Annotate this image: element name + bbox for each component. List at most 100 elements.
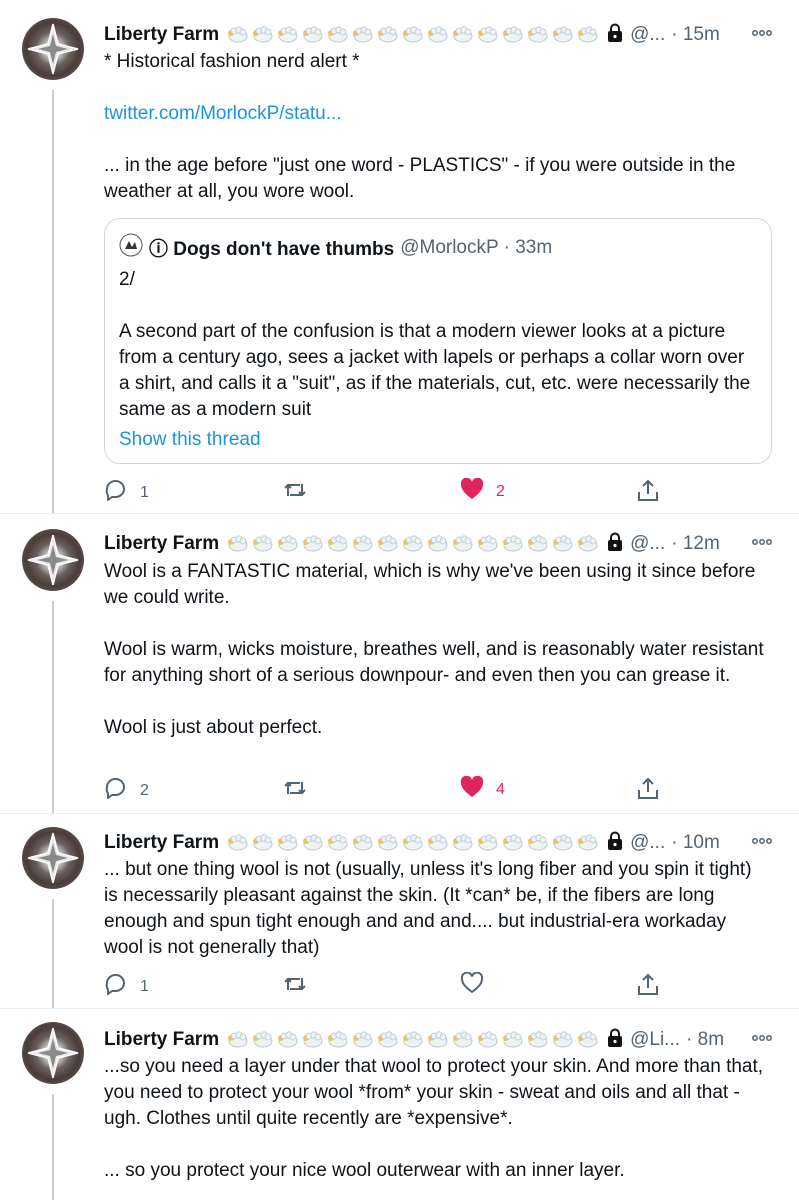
sheep-emoji-icon bbox=[452, 535, 474, 553]
heart-icon bbox=[460, 775, 484, 803]
sheep-emoji-icon bbox=[452, 1031, 474, 1049]
lock-icon bbox=[606, 1028, 624, 1053]
sheep-emoji-icon bbox=[327, 26, 349, 44]
reply-button[interactable]: 1 bbox=[104, 972, 149, 1001]
heart-icon bbox=[460, 971, 484, 999]
sheep-emoji-icon bbox=[402, 535, 424, 553]
sheep-emoji-icon bbox=[377, 834, 399, 852]
tweet-link[interactable]: twitter.com/MorlockP/statu... bbox=[104, 103, 342, 124]
handle[interactable]: @... bbox=[630, 832, 665, 854]
sheep-emoji-icon bbox=[427, 1031, 449, 1049]
timestamp[interactable]: · 15m bbox=[671, 24, 720, 46]
sheep-emoji-icon bbox=[327, 834, 349, 852]
sheep-emoji-row bbox=[227, 26, 602, 44]
sheep-emoji-row bbox=[227, 535, 602, 553]
sheep-emoji-icon bbox=[452, 26, 474, 44]
avatar-compass-icon bbox=[27, 1027, 79, 1079]
more-icon[interactable] bbox=[751, 1030, 773, 1048]
lock-icon bbox=[606, 23, 624, 48]
retweet-button[interactable] bbox=[282, 776, 308, 805]
sheep-emoji-icon bbox=[402, 1031, 424, 1049]
sheep-emoji-icon bbox=[327, 1031, 349, 1049]
share-icon bbox=[636, 776, 660, 807]
quote-header: ⓘ Dogs don't have thumbs @MorlockP · 33m bbox=[119, 233, 552, 262]
quote-display-name[interactable]: ⓘ Dogs don't have thumbs bbox=[149, 234, 394, 261]
quote-tweet[interactable]: ⓘ Dogs don't have thumbs @MorlockP · 33m… bbox=[104, 218, 772, 464]
heart-icon bbox=[460, 477, 484, 505]
sheep-emoji-row bbox=[227, 1031, 602, 1049]
handle[interactable]: @Li... bbox=[630, 1029, 680, 1051]
more-icon[interactable] bbox=[751, 833, 773, 851]
tweet[interactable]: Liberty Farm @Li... · 8m ...so you need … bbox=[0, 1008, 799, 1200]
sheep-emoji-icon bbox=[277, 1031, 299, 1049]
share-button[interactable] bbox=[636, 776, 660, 807]
tweet-actions: 1 2 bbox=[104, 477, 664, 509]
sheep-emoji-icon bbox=[502, 834, 524, 852]
avatar[interactable] bbox=[22, 827, 84, 889]
display-name[interactable]: Liberty Farm bbox=[104, 533, 219, 555]
sheep-emoji-icon bbox=[252, 535, 274, 553]
quote-handle[interactable]: @MorlockP · 33m bbox=[400, 237, 552, 259]
tweet-paragraph: ... but one thing wool is not (usually, … bbox=[104, 859, 752, 958]
sheep-emoji-icon bbox=[502, 26, 524, 44]
reply-count: 1 bbox=[140, 483, 149, 501]
handle[interactable]: @... bbox=[630, 533, 665, 555]
tweet[interactable]: Liberty Farm @... · 10m ... but one thin… bbox=[0, 813, 799, 1009]
timestamp[interactable]: · 8m bbox=[686, 1029, 724, 1051]
tweet[interactable]: Liberty Farm @... · 15m * Historical fas… bbox=[0, 0, 799, 514]
retweet-button[interactable] bbox=[282, 478, 308, 507]
like-button[interactable]: 2 bbox=[460, 477, 505, 505]
quote-text: 2/ A second part of the confusion is tha… bbox=[119, 267, 759, 423]
display-name[interactable]: Liberty Farm bbox=[104, 832, 219, 854]
sheep-emoji-icon bbox=[477, 834, 499, 852]
sheep-emoji-icon bbox=[577, 1031, 599, 1049]
sheep-emoji-icon bbox=[252, 1031, 274, 1049]
tweet-header: Liberty Farm @... · 12m bbox=[104, 531, 779, 557]
sheep-emoji-icon bbox=[527, 26, 549, 44]
thread-line bbox=[52, 899, 54, 1008]
display-name[interactable]: Liberty Farm bbox=[104, 1029, 219, 1051]
more-icon[interactable] bbox=[751, 534, 773, 552]
sheep-emoji-icon bbox=[227, 834, 249, 852]
sheep-emoji-icon bbox=[252, 834, 274, 852]
lock-icon bbox=[606, 831, 624, 856]
tweet-header: Liberty Farm @Li... · 8m bbox=[104, 1027, 779, 1053]
more-icon[interactable] bbox=[751, 25, 773, 43]
sheep-emoji-icon bbox=[227, 535, 249, 553]
avatar[interactable] bbox=[22, 1022, 84, 1084]
handle[interactable]: @... bbox=[630, 24, 665, 46]
quote-line: 2/ bbox=[119, 269, 135, 290]
avatar[interactable] bbox=[22, 529, 84, 591]
sheep-emoji-icon bbox=[377, 1031, 399, 1049]
tweet-paragraph: ...so you need a layer under that wool t… bbox=[104, 1056, 764, 1129]
reply-button[interactable]: 2 bbox=[104, 776, 149, 805]
sheep-emoji-icon bbox=[502, 535, 524, 553]
share-button[interactable] bbox=[636, 972, 660, 1003]
avatar-compass-icon bbox=[27, 23, 79, 75]
sheep-emoji-icon bbox=[277, 834, 299, 852]
tweet-text: ...so you need a layer under that wool t… bbox=[104, 1054, 764, 1184]
sheep-emoji-icon bbox=[577, 26, 599, 44]
retweet-button[interactable] bbox=[282, 972, 308, 1001]
like-count: 2 bbox=[496, 482, 505, 500]
sheep-emoji-icon bbox=[227, 26, 249, 44]
tweet-header: Liberty Farm @... · 10m bbox=[104, 830, 779, 856]
display-name[interactable]: Liberty Farm bbox=[104, 24, 219, 46]
sheep-emoji-icon bbox=[577, 535, 599, 553]
reply-button[interactable]: 1 bbox=[104, 478, 149, 507]
retweet-icon bbox=[282, 972, 308, 1001]
timestamp[interactable]: · 12m bbox=[671, 533, 720, 555]
share-button[interactable] bbox=[636, 478, 660, 509]
avatar[interactable] bbox=[22, 18, 84, 80]
thread-line bbox=[52, 90, 54, 513]
sheep-emoji-icon bbox=[577, 834, 599, 852]
like-button[interactable] bbox=[460, 971, 484, 999]
retweet-icon bbox=[282, 776, 308, 805]
tweet-paragraph: Wool is a FANTASTIC material, which is w… bbox=[104, 561, 756, 608]
share-icon bbox=[636, 478, 660, 509]
tweet-header: Liberty Farm @... · 15m bbox=[104, 22, 779, 48]
timestamp[interactable]: · 10m bbox=[671, 832, 720, 854]
tweet[interactable]: Liberty Farm @... · 12m Wool is a FANTAS… bbox=[0, 513, 799, 814]
show-thread-link[interactable]: Show this thread bbox=[119, 429, 261, 451]
like-button[interactable]: 4 bbox=[460, 775, 505, 803]
